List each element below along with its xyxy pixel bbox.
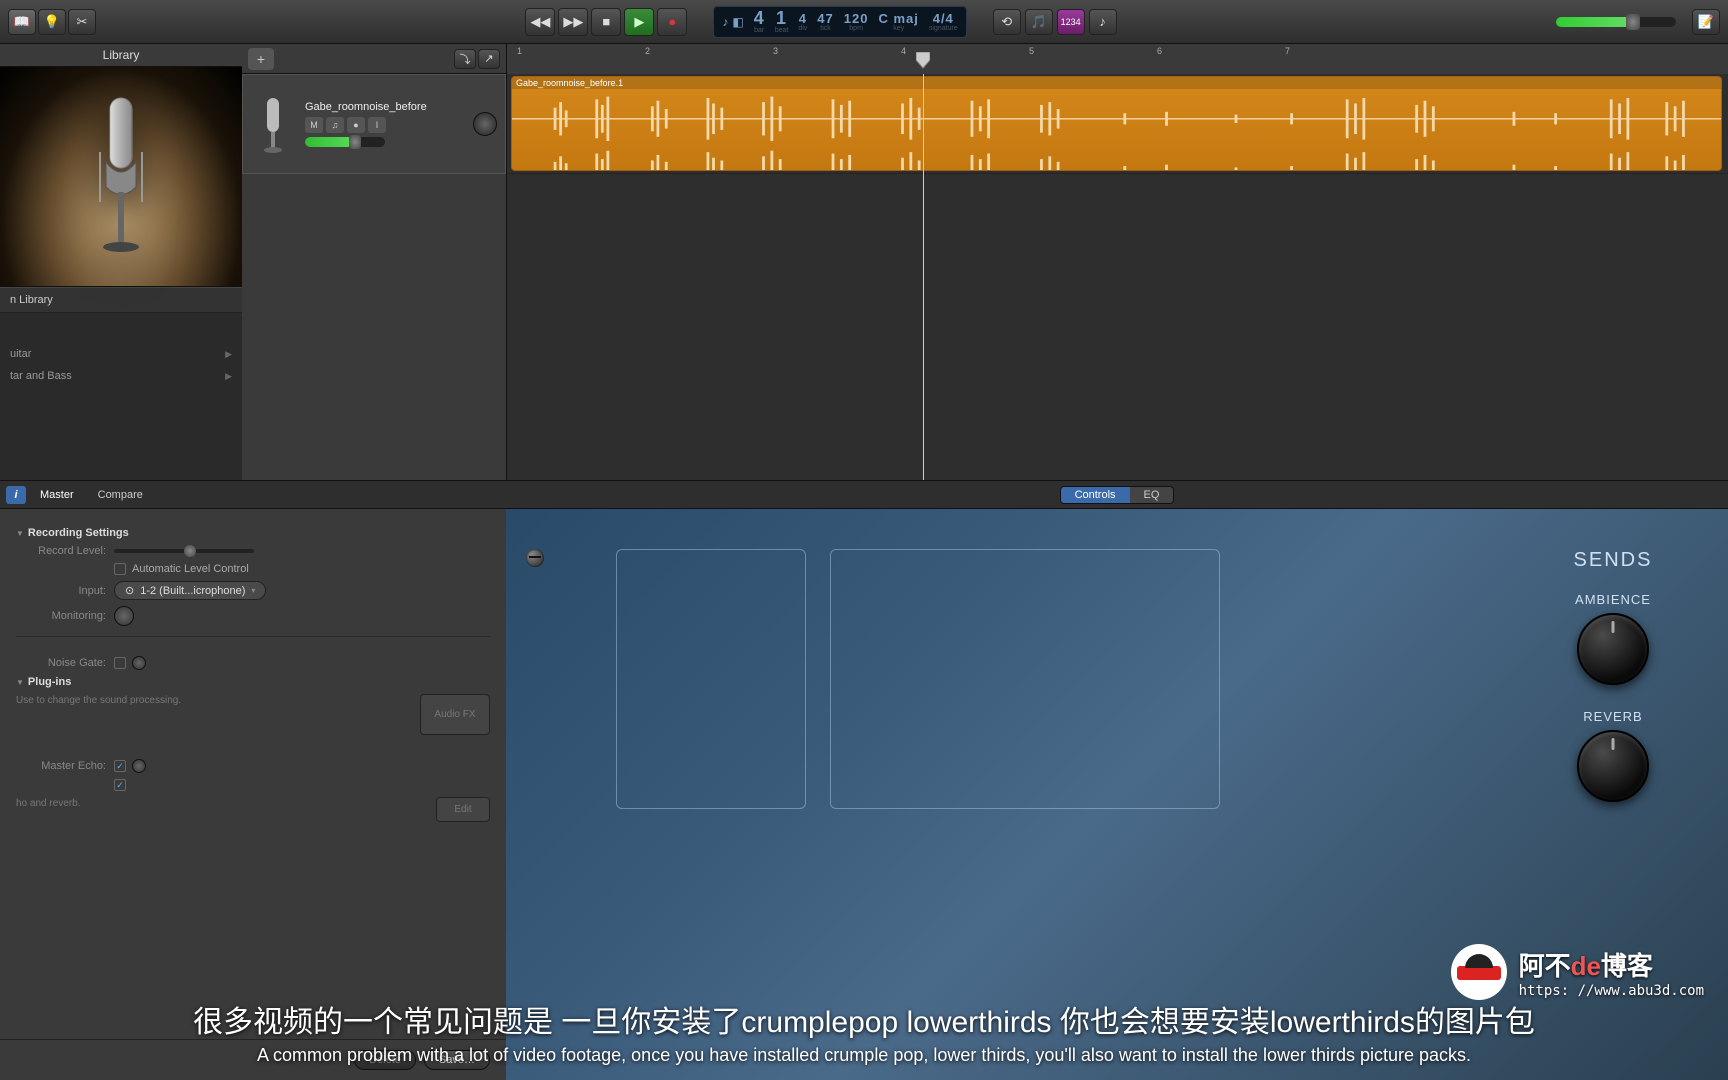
edit-button[interactable]: Edit — [436, 797, 490, 822]
catch-icon[interactable]: ↗ — [478, 49, 500, 69]
inspector-panel: i Master Compare Recording Settings Reco… — [0, 481, 506, 1080]
automation-icon[interactable]: ⤵ — [454, 49, 476, 69]
record-level-label: Record Level: — [16, 545, 106, 557]
track-volume-slider[interactable] — [305, 137, 385, 147]
input-label: Input: — [16, 585, 106, 597]
controls-tab[interactable]: Controls — [1061, 487, 1130, 503]
sends-title: SENDS — [1528, 549, 1698, 572]
play-button[interactable]: ▶ — [624, 8, 654, 36]
smart-control-slot-2[interactable] — [830, 549, 1220, 809]
lcd-tempo: 120 — [844, 12, 869, 25]
lcd-note-icon: ♪ — [722, 15, 728, 29]
master-echo-checkbox[interactable] — [114, 760, 126, 772]
watermark-url: https: //www.abu3d.com — [1519, 983, 1704, 999]
save-button[interactable]: Save… — [424, 1050, 490, 1070]
microphone-icon — [86, 92, 156, 262]
delete-button[interactable]: Delete — [354, 1050, 416, 1070]
plugin-description: Use to change the sound processing. — [16, 694, 410, 707]
stop-button[interactable]: ■ — [591, 8, 621, 36]
sends-description: ho and reverb. — [16, 797, 426, 810]
pan-knob[interactable] — [473, 112, 497, 136]
monitoring-label: Monitoring: — [16, 610, 106, 622]
plugins-header[interactable]: Plug-ins — [16, 676, 490, 688]
playhead-handle[interactable] — [916, 52, 930, 70]
lcd-beat: 1 — [776, 9, 787, 27]
mute-button[interactable]: M — [305, 117, 323, 133]
scissors-button[interactable]: ✂ — [68, 9, 96, 35]
smart-controls-tabs: Controls EQ — [1060, 486, 1175, 504]
chevron-right-icon: ▶ — [225, 371, 232, 382]
auto-level-label: Automatic Level Control — [132, 563, 249, 575]
watermark-logo-icon — [1451, 944, 1507, 1000]
lcd-sig: 4/4 — [933, 12, 954, 25]
watermark-title: 阿不de博客 — [1519, 946, 1704, 983]
track-header[interactable]: Gabe_roomnoise_before M ♫ ● I — [242, 74, 506, 174]
noise-gate-checkbox[interactable] — [114, 657, 126, 669]
input-select[interactable]: ⊙1-2 (Built...icrophone) — [114, 581, 266, 600]
ambience-knob[interactable] — [1577, 613, 1649, 685]
watermark: 阿不de博客 https: //www.abu3d.com — [1451, 944, 1704, 1000]
reverb-label: REVERB — [1528, 709, 1698, 724]
countin-button[interactable]: 1234 — [1057, 9, 1085, 35]
record-enable-button[interactable]: ● — [347, 117, 365, 133]
info-tab[interactable]: i — [6, 486, 26, 504]
recording-settings-header[interactable]: Recording Settings — [16, 527, 490, 539]
library-category-guitar[interactable]: uitar▶ — [0, 343, 242, 365]
smart-control-slot-1[interactable] — [616, 549, 806, 809]
library-toggle-button[interactable]: 📖 — [8, 9, 36, 35]
forward-button[interactable]: ▶▶ — [558, 8, 588, 36]
compare-tab[interactable]: Compare — [88, 487, 153, 503]
stereo-icon: ⊙ — [125, 584, 134, 597]
audio-fx-slot[interactable]: Audio FX — [420, 694, 490, 735]
transport-controls: ◀◀ ▶▶ ■ ▶ ● — [525, 8, 687, 36]
timeline-ruler[interactable]: 1 2 3 4 5 6 7 — [506, 44, 1728, 74]
lcd-bar: 4 — [754, 9, 765, 27]
library-title: Library — [0, 44, 242, 67]
waveform-icon — [512, 91, 1721, 171]
input-monitor-button[interactable]: I — [368, 117, 386, 133]
record-level-slider[interactable] — [114, 549, 254, 553]
lcd-tick: 47 — [817, 12, 833, 25]
monitoring-button[interactable] — [114, 606, 134, 626]
lcd-display[interactable]: ♪◧ 4bar 1beat 4div 47tick 120bpm C majke… — [713, 6, 966, 38]
top-toolbar: 📖 💡 ✂ ◀◀ ▶▶ ■ ▶ ● ♪◧ 4bar 1beat 4div 47t… — [0, 0, 1728, 44]
eq-tab[interactable]: EQ — [1130, 487, 1174, 503]
arrange-area[interactable]: Gabe_roomnoise_before.1 — [506, 74, 1728, 480]
master-reverb-checkbox[interactable] — [114, 779, 126, 791]
chevron-right-icon: ▶ — [225, 349, 232, 360]
screw-icon — [526, 549, 544, 567]
cycle-button[interactable]: ⟲ — [993, 9, 1021, 35]
ambience-label: AMBIENCE — [1528, 592, 1698, 607]
lcd-key: C maj — [878, 12, 918, 25]
library-browser-header[interactable]: n Library — [0, 287, 242, 313]
master-echo-label: Master Echo: — [16, 760, 106, 772]
noise-gate-label: Noise Gate: — [16, 657, 106, 669]
master-tab[interactable]: Master — [30, 487, 84, 503]
playhead-line — [923, 74, 924, 480]
auto-level-checkbox[interactable] — [114, 563, 126, 575]
reverb-knob[interactable] — [1577, 730, 1649, 802]
lcd-beat-icon: ◧ — [732, 15, 743, 29]
record-button[interactable]: ● — [657, 8, 687, 36]
master-echo-knob[interactable] — [132, 759, 146, 773]
library-panel: Library n Library uitar▶ tar and Bass▶ — [0, 44, 242, 480]
track-name: Gabe_roomnoise_before — [305, 101, 463, 113]
add-track-button[interactable]: + — [248, 48, 274, 70]
master-volume-slider[interactable] — [1556, 17, 1676, 27]
lcd-div: 4 — [799, 12, 807, 25]
audio-region[interactable]: Gabe_roomnoise_before.1 — [511, 76, 1722, 171]
library-patch-image — [0, 67, 242, 287]
region-name: Gabe_roomnoise_before.1 — [512, 77, 1721, 89]
metronome-button[interactable]: ♪ — [1089, 9, 1117, 35]
track-mic-icon — [249, 88, 297, 160]
notepad-button[interactable]: 📝 — [1692, 9, 1720, 35]
library-category-bass[interactable]: tar and Bass▶ — [0, 365, 242, 387]
rewind-button[interactable]: ◀◀ — [525, 8, 555, 36]
solo-button[interactable]: ♫ — [326, 117, 344, 133]
tuner-button[interactable]: 🎵 — [1025, 9, 1053, 35]
quick-help-button[interactable]: 💡 — [38, 9, 66, 35]
noise-gate-edit-button[interactable] — [132, 656, 146, 670]
